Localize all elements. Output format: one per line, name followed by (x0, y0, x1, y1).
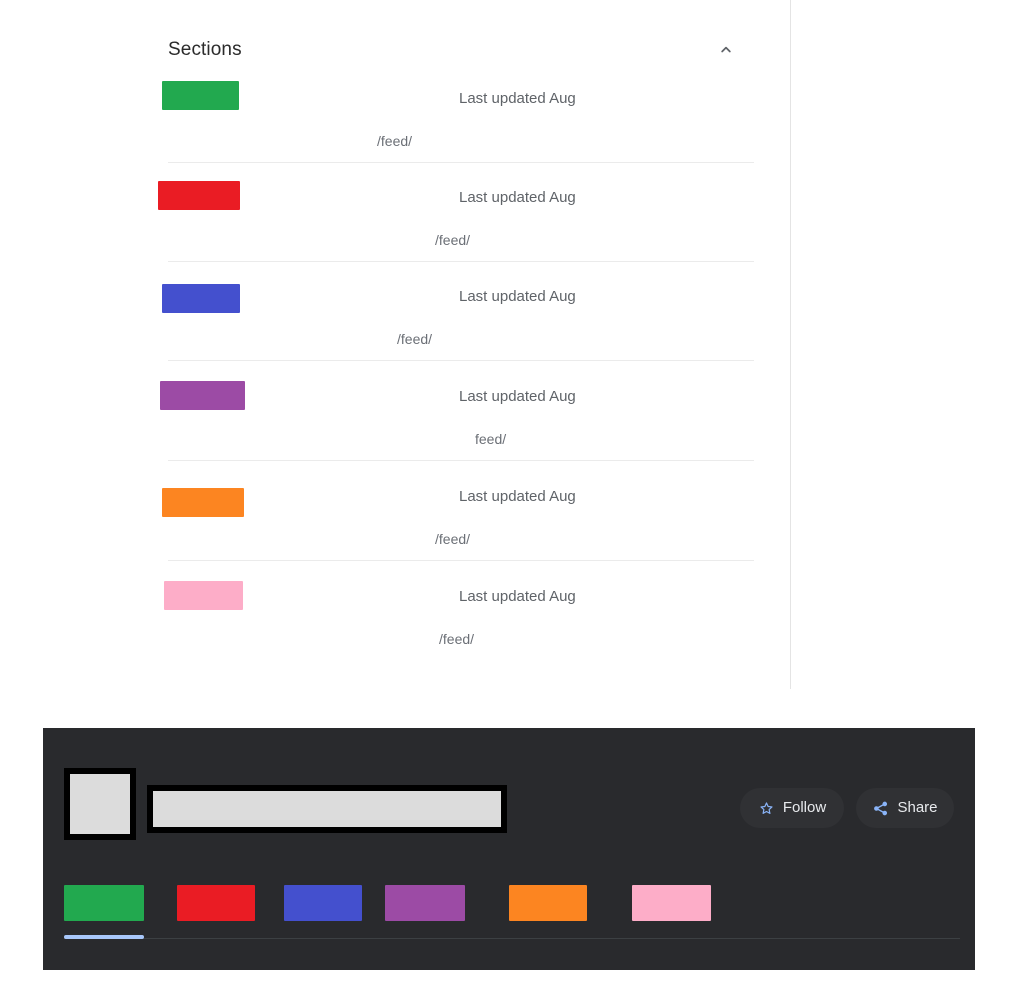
section-last-updated: Last updated Aug (459, 189, 576, 206)
row-separator (168, 261, 754, 262)
section-last-updated: Last updated Aug (459, 90, 576, 107)
sections-header: Sections (168, 36, 754, 66)
follow-button-label: Follow (782, 799, 827, 816)
follow-button[interactable]: Follow (740, 788, 844, 828)
section-last-updated: Last updated Aug (459, 588, 576, 605)
tab-item[interactable] (385, 885, 465, 921)
tab-item[interactable] (177, 885, 255, 921)
tab-color-swatch (632, 885, 711, 921)
star-outline-icon (758, 800, 775, 817)
share-button[interactable]: Share (856, 788, 954, 828)
section-path: /feed/ (435, 531, 471, 547)
section-color-swatch[interactable] (162, 284, 240, 313)
section-color-swatch[interactable] (160, 381, 245, 410)
section-path: /feed/ (377, 133, 413, 149)
tab-color-swatch (509, 885, 587, 921)
tab-underline-track (64, 938, 960, 939)
channel-tab-strip (43, 885, 975, 940)
tab-item[interactable] (64, 885, 144, 921)
channel-header-panel: Follow Share (43, 728, 975, 970)
panel-divider (790, 0, 791, 689)
channel-title-redaction (147, 785, 507, 833)
section-last-updated: Last updated Aug (459, 388, 576, 405)
share-button-label: Share (897, 799, 938, 816)
page-title: Sections (168, 39, 242, 60)
chevron-up-icon[interactable] (712, 35, 740, 63)
sections-panel: Sections Last updated Aug/feed/Last upda… (0, 0, 792, 700)
tab-color-swatch (64, 885, 144, 921)
section-path: /feed/ (435, 232, 471, 248)
tab-item[interactable] (284, 885, 362, 921)
section-path: /feed/ (439, 631, 475, 647)
section-path: feed/ (475, 431, 507, 447)
section-path: /feed/ (397, 331, 433, 347)
row-separator (168, 460, 754, 461)
tab-item[interactable] (632, 885, 711, 921)
tab-color-swatch (177, 885, 255, 921)
avatar (64, 768, 136, 840)
section-color-swatch[interactable] (164, 581, 243, 610)
share-icon (872, 800, 889, 817)
tab-color-swatch (284, 885, 362, 921)
tab-color-swatch (385, 885, 465, 921)
active-tab-indicator (64, 935, 144, 939)
section-color-swatch[interactable] (158, 181, 240, 210)
section-color-swatch[interactable] (162, 81, 239, 110)
row-separator (168, 560, 754, 561)
tab-item[interactable] (509, 885, 587, 921)
section-color-swatch[interactable] (162, 488, 244, 517)
row-separator (168, 162, 754, 163)
row-separator (168, 360, 754, 361)
section-last-updated: Last updated Aug (459, 288, 576, 305)
section-last-updated: Last updated Aug (459, 488, 576, 505)
